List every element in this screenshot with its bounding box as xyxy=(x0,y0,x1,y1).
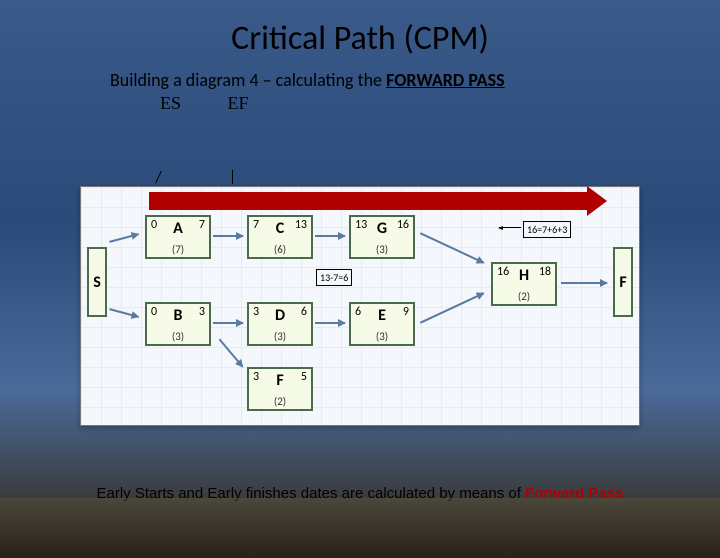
arrow-e-h xyxy=(420,292,484,323)
ef-label: EF xyxy=(228,93,249,113)
node-d: 3 D 6 (3) xyxy=(247,302,313,346)
node-f: 3 F 5 (2) xyxy=(247,367,313,411)
annotation-16-arrow xyxy=(499,227,521,228)
arrow-d-e xyxy=(315,322,345,324)
subtitle: Building a diagram 4 – calculating the F… xyxy=(110,69,720,91)
arrow-b-d xyxy=(213,322,243,324)
node-h-dur: (2) xyxy=(493,290,555,303)
node-e: 6 E 9 (3) xyxy=(349,302,415,346)
node-b: 0 B 3 (3) xyxy=(145,302,211,346)
annotation-16: 16=7+6+3 xyxy=(523,221,571,238)
arrow-g-h xyxy=(420,232,484,263)
node-e-ef: 9 xyxy=(403,305,409,319)
cpm-diagram: S F 0 A 7 (7) 7 C 13 (6) 13 G 16 (3) 0 B… xyxy=(80,186,640,426)
arrow-c-g xyxy=(315,235,345,237)
finish-terminal: F xyxy=(613,247,633,317)
node-g: 13 G 16 (3) xyxy=(349,215,415,259)
subtitle-bold: FORWARD PASS xyxy=(386,69,505,91)
node-c-dur: (6) xyxy=(249,243,311,256)
node-a: 0 A 7 (7) xyxy=(145,215,211,259)
subtitle-prefix: Building a diagram 4 – calculating the xyxy=(110,69,386,91)
node-c: 7 C 13 (6) xyxy=(247,215,313,259)
arrow-h-finish xyxy=(561,282,607,284)
node-c-ef: 13 xyxy=(295,218,307,232)
node-e-dur: (3) xyxy=(351,330,413,343)
arrow-s-b xyxy=(109,308,138,318)
landscape-decoration xyxy=(0,498,720,558)
node-f-dur: (2) xyxy=(249,395,311,408)
node-h-ef: 18 xyxy=(539,265,551,279)
arrow-s-a xyxy=(109,233,138,243)
node-f-ef: 5 xyxy=(301,370,307,384)
node-a-ef: 7 xyxy=(199,218,205,232)
node-b-ef: 3 xyxy=(199,305,205,319)
annotation-13-7: 13-7=6 xyxy=(316,269,352,286)
arrow-b-f xyxy=(219,339,244,368)
node-g-ef: 16 xyxy=(397,218,409,232)
ef-tick xyxy=(232,170,233,184)
node-d-dur: (3) xyxy=(249,330,311,343)
es-tick xyxy=(155,170,162,183)
node-h: 16 H 18 (2) xyxy=(491,262,557,306)
forward-pass-arrow xyxy=(149,192,589,210)
node-g-dur: (3) xyxy=(351,243,413,256)
arrow-a-c xyxy=(213,235,243,237)
node-a-dur: (7) xyxy=(147,243,209,256)
page-title: Critical Path (CPM) xyxy=(0,18,720,59)
es-ef-labels: ES EF xyxy=(160,93,720,114)
node-d-ef: 6 xyxy=(301,305,307,319)
start-terminal: S xyxy=(87,247,107,317)
node-b-dur: (3) xyxy=(147,330,209,343)
es-label: ES xyxy=(160,93,181,113)
